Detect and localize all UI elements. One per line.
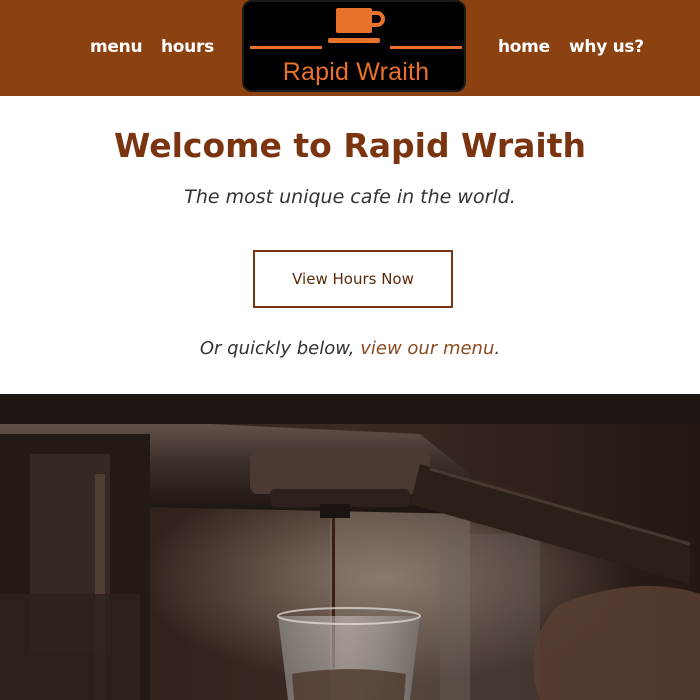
espresso-machine-photo	[0, 394, 700, 700]
site-logo[interactable]: Rapid Wraith	[242, 0, 466, 92]
logo-text: Rapid Wraith	[282, 58, 430, 86]
page-title: Welcome to Rapid Wraith	[113, 126, 586, 165]
nav-hours-link[interactable]: hours	[161, 37, 214, 57]
view-hours-button[interactable]: View Hours Now	[253, 250, 453, 308]
menu-prompt: Or quickly below, view our menu.	[0, 338, 700, 359]
nav-home-link[interactable]: home	[498, 37, 550, 57]
view-menu-link[interactable]: view our menu	[360, 338, 494, 359]
hero-section: Welcome to Rapid Wraith The most unique …	[0, 96, 700, 394]
espresso-photo-illustration	[0, 394, 700, 700]
nav-menu-link[interactable]: menu	[90, 37, 143, 57]
nav-why-us-link[interactable]: why us?	[569, 37, 644, 57]
site-header: menu hours Rapid Wraith home why us?	[0, 0, 700, 96]
menu-prompt-suffix: .	[494, 338, 501, 359]
tagline: The most unique cafe in the world.	[184, 186, 516, 208]
menu-prompt-prefix: Or quickly below,	[199, 338, 361, 359]
